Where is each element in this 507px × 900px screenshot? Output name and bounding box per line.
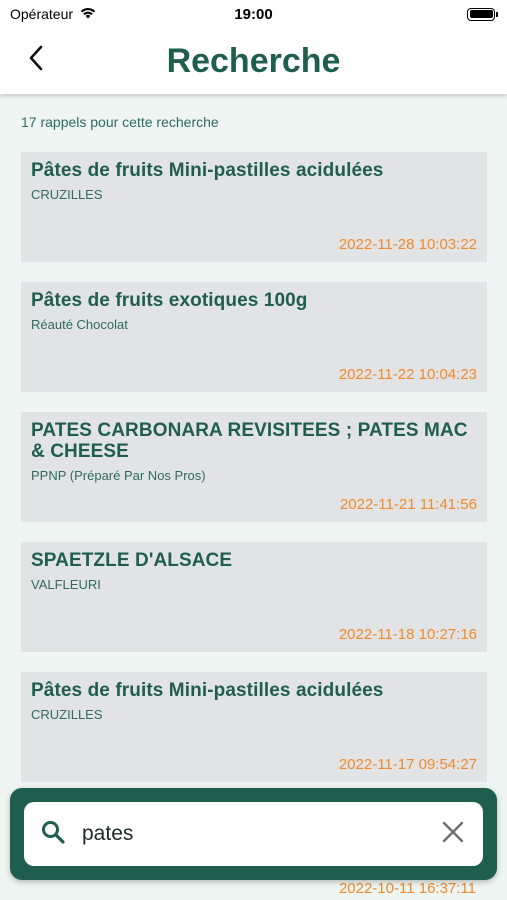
- item-brand: VALFLEURI: [31, 577, 101, 592]
- search-input[interactable]: [82, 822, 439, 846]
- wifi-icon: [79, 6, 97, 22]
- item-title: SPAETZLE D'ALSACE: [31, 550, 233, 571]
- back-button[interactable]: [20, 42, 52, 78]
- item-brand: CRUZILLES: [31, 707, 103, 722]
- item-date: 2022-11-17 09:54:27: [338, 756, 477, 773]
- item-title: Pâtes de fruits Mini-pastilles acidulées: [31, 160, 384, 181]
- list-item[interactable]: Pâtes de fruits Mini-pastilles acidulées…: [21, 672, 487, 782]
- item-brand: PPNP (Préparé Par Nos Pros): [31, 468, 206, 483]
- item-brand: Réauté Chocolat: [31, 317, 128, 332]
- item-brand: CRUZILLES: [31, 187, 103, 202]
- results-list: Pâtes de fruits Mini-pastilles acidulées…: [21, 152, 487, 802]
- item-date: 2022-11-21 11:41:56: [339, 496, 477, 513]
- battery-icon: [467, 7, 498, 21]
- carrier-label: Opérateur: [10, 6, 74, 22]
- item-date: 2022-11-28 10:03:22: [338, 236, 477, 253]
- list-item[interactable]: SPAETZLE D'ALSACE VALFLEURI 2022-11-18 1…: [21, 542, 487, 652]
- item-title: Pâtes de fruits Mini-pastilles acidulées: [31, 680, 384, 701]
- page-title: Recherche: [166, 41, 341, 80]
- item-date: 2022-11-18 10:27:16: [338, 626, 477, 643]
- list-item[interactable]: Pâtes de fruits Mini-pastilles acidulées…: [21, 152, 487, 262]
- app-header: Recherche: [0, 28, 507, 94]
- close-icon: [442, 821, 464, 848]
- item-date-partial: 2022-10-11 16:37:11: [338, 880, 476, 897]
- list-item[interactable]: PATES CARBONARA REVISITEES ; PATES MAC &…: [21, 412, 487, 522]
- clear-search-button[interactable]: [439, 820, 467, 848]
- status-bar: Opérateur 19:00: [0, 0, 507, 28]
- search-box: [24, 802, 483, 866]
- list-item[interactable]: Pâtes de fruits exotiques 100g Réauté Ch…: [21, 282, 487, 392]
- item-title: PATES CARBONARA REVISITEES ; PATES MAC &…: [31, 420, 468, 462]
- results-count: 17 rappels pour cette recherche: [21, 114, 219, 130]
- item-title: Pâtes de fruits exotiques 100g: [31, 290, 308, 311]
- search-icon: [40, 819, 66, 850]
- item-date: 2022-11-22 10:04:23: [338, 366, 477, 383]
- status-left: Opérateur: [10, 6, 97, 22]
- chevron-left-icon: [28, 45, 44, 76]
- search-panel: [10, 788, 497, 880]
